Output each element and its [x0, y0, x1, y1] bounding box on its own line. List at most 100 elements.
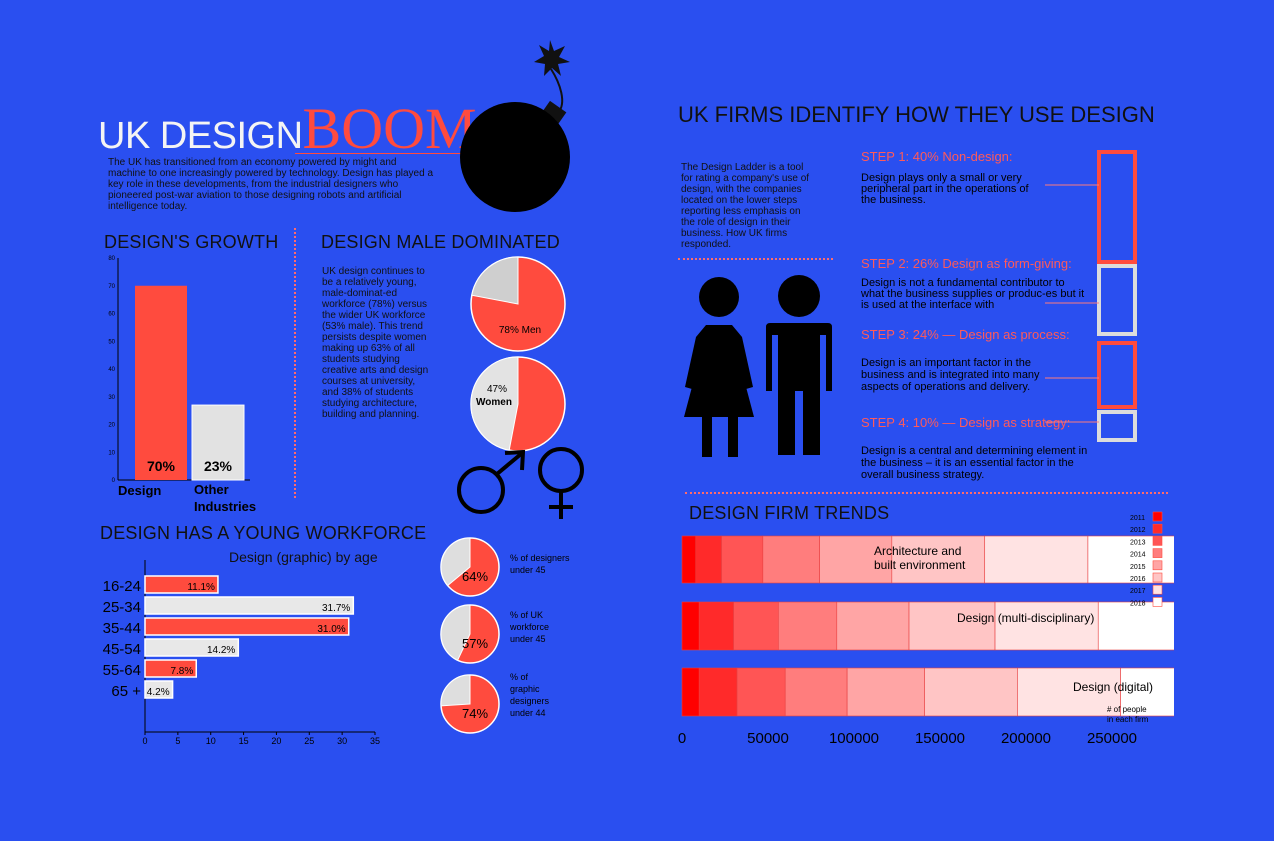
pie-slice [471, 256, 519, 305]
category-label: built environment [874, 558, 966, 572]
bar-value-label: 23% [204, 458, 233, 474]
legend-label: 2015 [1130, 564, 1146, 571]
legend-label: 2014 [1130, 552, 1146, 559]
stacked-bar-segment [681, 535, 697, 584]
y-tick-label: 50 [108, 339, 115, 345]
trends-chart: Architecture andbuilt environment Design … [678, 511, 1174, 747]
category-label: Architecture and [874, 544, 961, 558]
pie-caption: % of designers [510, 553, 570, 563]
x-tick-label: 10 [206, 736, 216, 746]
category-label: Industries [194, 499, 256, 514]
category-label: 55-64 [103, 662, 141, 679]
ladder-step-box [1097, 341, 1137, 409]
legend-swatch [1152, 584, 1163, 595]
pie-caption: under 45 [510, 565, 546, 575]
step-4-body: Design is a central and determining elem… [861, 445, 1088, 481]
divider [678, 258, 833, 260]
stacked-bar-segment [733, 601, 779, 651]
ladder-step-box [1097, 410, 1137, 442]
pie-caption: under 44 [510, 708, 546, 718]
bomb-icon [460, 40, 570, 212]
x-tick-label: 250000 [1087, 730, 1137, 747]
y-tick-label: 80 [108, 256, 115, 262]
pie-caption: graphic [510, 684, 540, 694]
category-label: 45-54 [103, 641, 141, 658]
axis-label: in each firm [1107, 715, 1149, 724]
pie-label: 74% [462, 706, 488, 721]
x-tick-label: 20 [271, 736, 281, 746]
legend-label: 2012 [1130, 527, 1146, 534]
stacked-bar-segment [698, 667, 738, 717]
x-tick-label: 15 [239, 736, 249, 746]
bar-value-label: 7.8% [170, 666, 193, 677]
stacked-bar-segment [681, 601, 700, 651]
pie-label: 57% [462, 636, 488, 651]
x-tick-label: 5 [175, 736, 180, 746]
woman-icon [684, 277, 754, 457]
y-tick-label: 70 [108, 284, 115, 290]
stacked-bar-segment [924, 667, 1018, 717]
page-title: UK DESIGNBOOM [98, 95, 477, 162]
category-label: 65 + [111, 683, 141, 700]
title-accent: BOOM [302, 96, 477, 161]
gender-pies: 78% Men 47% Women [470, 256, 566, 452]
pie-slice [440, 674, 471, 707]
x-tick-label: 30 [337, 736, 347, 746]
male-symbol-icon [457, 449, 526, 514]
legend-label: 2011 [1130, 515, 1145, 522]
axis-label: # of people [1107, 705, 1147, 714]
young-heading: DESIGN HAS A YOUNG WORKFORCE [100, 523, 427, 543]
divider [294, 228, 296, 498]
legend-swatch [1152, 511, 1163, 522]
stacked-bar-segment [681, 667, 700, 717]
legend-label: 2016 [1130, 576, 1146, 583]
stacked-bar-segment [994, 601, 1099, 651]
pie-caption: designers [510, 696, 550, 706]
bar-value-label: 31.0% [317, 624, 345, 635]
step-1-title: STEP 1: 40% Non-design: [861, 149, 1013, 164]
y-tick-label: 0 [112, 478, 116, 484]
bar-value-label: 70% [147, 458, 176, 474]
ladder-step-box [1097, 264, 1137, 336]
bar-value-label: 31.7% [322, 603, 350, 614]
step-3-body: Design is an important factor in the bus… [861, 357, 1040, 393]
pie-caption: % of UK [510, 610, 543, 620]
y-tick-label: 30 [108, 395, 115, 401]
stacked-bar-segment [778, 601, 838, 651]
stacked-bar-segment [762, 535, 820, 584]
x-tick-label: 100000 [829, 730, 879, 747]
pie-caption: under 45 [510, 634, 546, 644]
ladder-heading: UK FIRMS IDENTIFY HOW THEY USE DESIGN [678, 102, 1155, 127]
legend-swatch [1152, 548, 1163, 558]
stacked-bar-segment [736, 667, 786, 717]
y-tick-label: 10 [108, 450, 115, 456]
ladder-boxes [1045, 150, 1137, 442]
x-tick-label: 200000 [1001, 730, 1051, 747]
x-tick-label: 0 [678, 730, 686, 747]
pie-label: 47% [487, 384, 507, 395]
pie-caption: % of [510, 672, 529, 682]
bar-value-label: 11.1% [187, 582, 215, 593]
category-label: 35-44 [103, 620, 141, 637]
legend-label: 2013 [1130, 539, 1146, 546]
pie-label: 78% Men [499, 325, 541, 336]
y-tick-label: 40 [108, 367, 115, 373]
stacked-bar-segment [908, 601, 996, 651]
pie-label: 64% [462, 569, 488, 584]
stacked-bar-segment [695, 535, 722, 584]
legend-swatch [1152, 536, 1163, 546]
stacked-bar-segment [836, 601, 910, 651]
step-4-title: STEP 4: 10% — Design as strategy: [861, 415, 1071, 430]
man-icon [766, 275, 832, 455]
x-tick-label: 35 [370, 736, 380, 746]
stacked-bar-segment [721, 535, 764, 584]
male-body: UK design continues to be a relatively y… [322, 266, 429, 420]
legend-swatch [1152, 597, 1163, 607]
y-tick-label: 20 [108, 423, 115, 429]
category-label: 25-34 [103, 599, 141, 616]
stacked-bar-segment [1097, 601, 1174, 651]
age-chart: 0 5 10 15 20 25 30 35 11.1% 16-24 31.7% 25-34 31.0% 3… [103, 560, 380, 746]
age-pies: 64% % of designers under 45 57% % of UK workf… [440, 537, 570, 734]
y-tick-label: 60 [108, 312, 115, 318]
step-3-title: STEP 3: 24% — Design as process: [861, 327, 1070, 342]
